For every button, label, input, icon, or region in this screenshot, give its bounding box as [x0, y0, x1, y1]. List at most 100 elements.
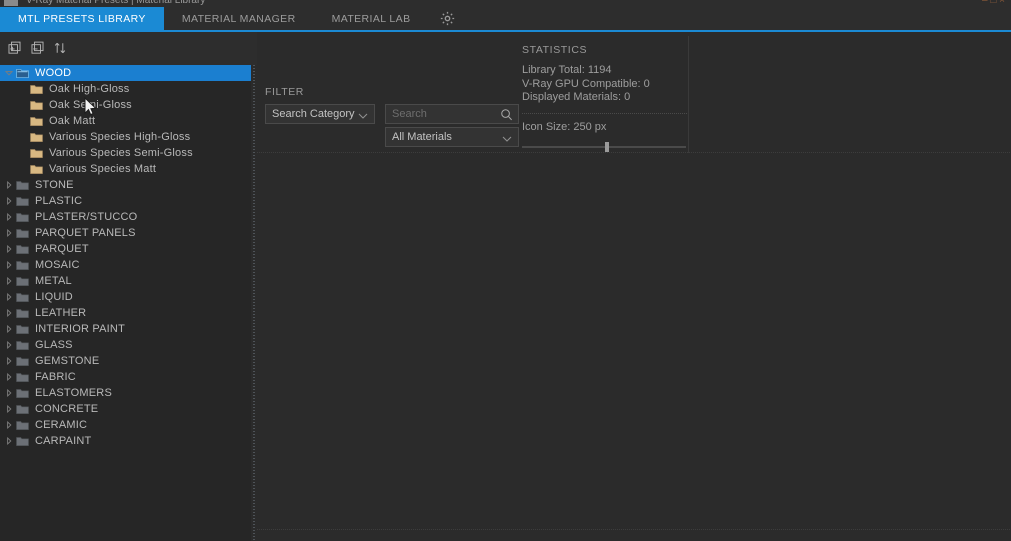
chevron-right-icon	[6, 213, 11, 221]
material-grid[interactable]	[257, 153, 1011, 541]
tree-expand-toggle[interactable]	[2, 213, 16, 221]
icon-size-slider[interactable]	[522, 141, 686, 152]
library-tools-group	[4, 38, 70, 58]
search-placeholder: Search	[392, 108, 427, 120]
tab-material-manager[interactable]: MATERIAL MANAGER	[164, 7, 314, 30]
folder-icon	[16, 388, 29, 398]
tree-expand-toggle[interactable]	[2, 437, 16, 445]
settings-button[interactable]	[428, 7, 466, 30]
chevron-right-icon	[6, 341, 11, 349]
tree-item-leather[interactable]: LEATHER	[0, 305, 251, 321]
tree-item-label: ELASTOMERS	[35, 387, 112, 399]
sort-arrows-icon	[54, 42, 66, 54]
tree-item-label: PLASTIC	[35, 195, 83, 207]
tab-mtl-presets-library[interactable]: MTL PRESETS LIBRARY	[0, 7, 164, 30]
tree-expand-toggle[interactable]	[2, 229, 16, 237]
tree-expand-toggle[interactable]	[2, 389, 16, 397]
tree-item-oak-matt[interactable]: Oak Matt	[0, 113, 251, 129]
material-type-select[interactable]: All Materials	[385, 127, 519, 147]
chevron-right-icon	[6, 277, 11, 285]
tree-item-wood[interactable]: WOOD	[0, 65, 251, 81]
tree-item-elastomers[interactable]: ELASTOMERS	[0, 385, 251, 401]
folder-icon	[16, 212, 29, 222]
vertical-divider	[688, 36, 689, 153]
chevron-right-icon	[6, 245, 11, 253]
tree-expand-toggle[interactable]	[2, 181, 16, 189]
tab-material-lab[interactable]: MATERIAL LAB	[314, 7, 429, 30]
title-bar: V-Ray Material Presets | Material Librar…	[0, 0, 1011, 7]
tree-item-gemstone[interactable]: GEMSTONE	[0, 353, 251, 369]
chevron-down-icon	[502, 134, 512, 146]
folder-icon	[16, 292, 29, 302]
folder-icon	[30, 132, 43, 142]
tree-item-carpaint[interactable]: CARPAINT	[0, 433, 251, 449]
tree-item-plaster-stucco[interactable]: PLASTER/STUCCO	[0, 209, 251, 225]
tree-item-label: GEMSTONE	[35, 355, 100, 367]
tree-item-oak-semi-gloss[interactable]: Oak Semi-Gloss	[0, 97, 251, 113]
tree-item-label: INTERIOR PAINT	[35, 323, 125, 335]
folder-icon	[16, 292, 29, 303]
category-tree-panel[interactable]: WOOD Oak High-Gloss Oak Semi-Gloss Oak Matt…	[0, 65, 251, 541]
icon-size-label: Icon Size: 250 px	[522, 120, 607, 133]
tree-item-concrete[interactable]: CONCRETE	[0, 401, 251, 417]
tree-item-mosaic[interactable]: MOSAIC	[0, 257, 251, 273]
tree-expand-toggle[interactable]	[2, 197, 16, 205]
tree-item-ceramic[interactable]: CERAMIC	[0, 417, 251, 433]
folder-icon	[16, 324, 29, 334]
tree-item-liquid[interactable]: LIQUID	[0, 289, 251, 305]
tree-item-fabric[interactable]: FABRIC	[0, 369, 251, 385]
tree-item-oak-high-gloss[interactable]: Oak High-Gloss	[0, 81, 251, 97]
chevron-right-icon	[6, 373, 11, 381]
export-library-button[interactable]	[27, 38, 47, 58]
folder-icon	[16, 356, 29, 367]
folder-icon	[16, 436, 29, 446]
tree-item-glass[interactable]: GLASS	[0, 337, 251, 353]
tree-item-label: LIQUID	[35, 291, 73, 303]
tree-expand-toggle[interactable]	[2, 325, 16, 333]
tree-expand-toggle[interactable]	[2, 261, 16, 269]
tree-expand-toggle[interactable]	[2, 373, 16, 381]
tab-label: MTL PRESETS LIBRARY	[18, 12, 146, 25]
tree-item-plastic[interactable]: PLASTIC	[0, 193, 251, 209]
tree-item-parquet-panels[interactable]: PARQUET PANELS	[0, 225, 251, 241]
sort-button[interactable]	[50, 38, 70, 58]
window-controls-glyphs[interactable]: – □ ×	[982, 0, 1005, 6]
tree-item-label: PLASTER/STUCCO	[35, 211, 138, 223]
tree-item-stone[interactable]: STONE	[0, 177, 251, 193]
tree-expand-toggle[interactable]	[2, 245, 16, 253]
tree-item-label: Various Species Matt	[49, 163, 157, 175]
tree-expand-toggle[interactable]	[2, 293, 16, 301]
folder-icon	[16, 372, 29, 382]
folder-icon	[16, 308, 29, 319]
slider-knob[interactable]	[605, 141, 609, 152]
tree-item-interior-paint[interactable]: INTERIOR PAINT	[0, 321, 251, 337]
import-library-icon	[8, 41, 20, 54]
folder-icon	[30, 164, 43, 175]
window-title: V-Ray Material Presets | Material Librar…	[26, 0, 206, 6]
tree-expand-toggle[interactable]	[2, 421, 16, 429]
search-category-select[interactable]: Search Category	[265, 104, 375, 124]
folder-icon	[30, 100, 43, 111]
import-library-button[interactable]	[4, 38, 24, 58]
tree-expand-toggle[interactable]	[2, 357, 16, 365]
library-total-text: Library Total: 1194	[522, 64, 612, 76]
tree-item-various-species-high-gloss[interactable]: Various Species High-Gloss	[0, 129, 251, 145]
search-input[interactable]: Search	[385, 104, 519, 124]
tree-item-various-species-matt[interactable]: Various Species Matt	[0, 161, 251, 177]
tree-expand-toggle[interactable]	[2, 405, 16, 413]
tree-expand-toggle[interactable]	[2, 277, 16, 285]
tree-expand-toggle[interactable]	[2, 309, 16, 317]
chevron-right-icon	[6, 389, 11, 397]
tree-item-parquet[interactable]: PARQUET	[0, 241, 251, 257]
tree-item-label: METAL	[35, 275, 72, 287]
folder-icon	[30, 148, 43, 158]
tree-item-metal[interactable]: METAL	[0, 273, 251, 289]
magnifier-icon[interactable]	[500, 108, 513, 124]
tree-collapse-toggle[interactable]	[2, 70, 16, 77]
folder-icon	[16, 436, 29, 447]
window-controls[interactable]: – □ ×	[982, 0, 1005, 7]
chevron-right-icon	[6, 357, 11, 365]
tree-expand-toggle[interactable]	[2, 341, 16, 349]
chevron-down-icon	[5, 70, 13, 75]
tree-item-various-species-semi-gloss[interactable]: Various Species Semi-Gloss	[0, 145, 251, 161]
